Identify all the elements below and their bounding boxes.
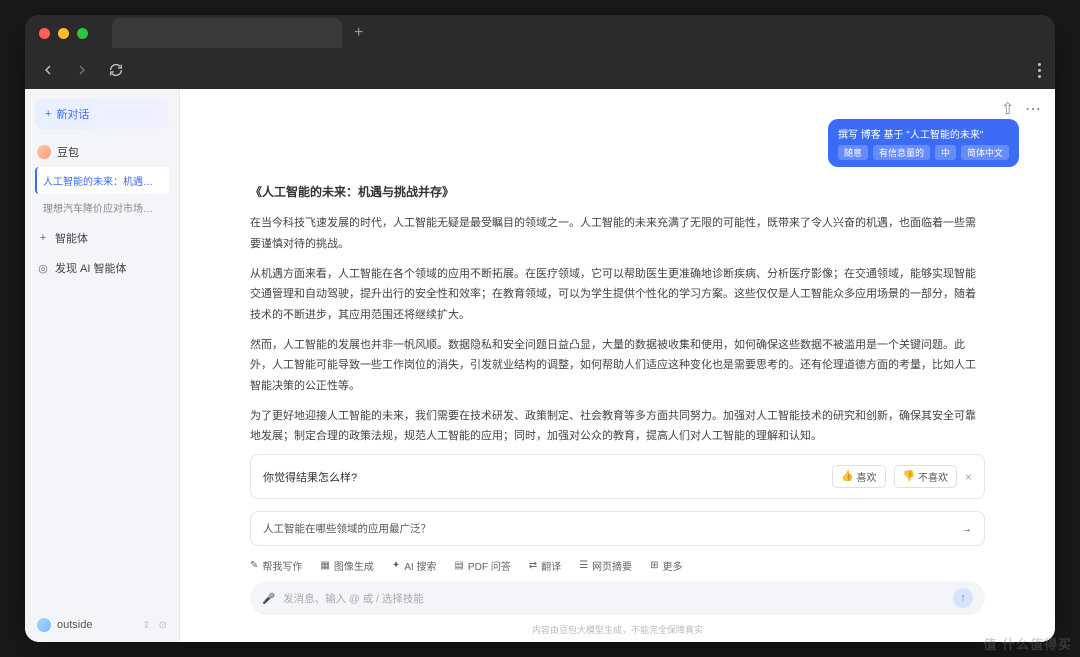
- navbar: [25, 51, 1055, 89]
- like-button[interactable]: 👍 喜欢: [832, 465, 885, 488]
- new-tab-button[interactable]: +: [354, 24, 363, 42]
- forward-button[interactable]: [73, 61, 91, 79]
- tab-strip: +: [112, 18, 1041, 48]
- sidebar-user[interactable]: 豆包: [35, 137, 169, 167]
- tool-translate[interactable]: ⇄ 翻译: [529, 558, 561, 573]
- suggestion-text: 人工智能在哪些领域的应用最广泛？: [263, 521, 431, 536]
- article-paragraph: 在当今科技飞速发展的时代，人工智能无疑是最受瞩目的领域之一。人工智能的未来充满了…: [250, 213, 985, 254]
- arrow-right-icon: →: [962, 523, 973, 535]
- tool-summary[interactable]: ☰ 网页摘要: [579, 558, 632, 573]
- browser-menu-button[interactable]: [1038, 63, 1041, 78]
- avatar-icon: [37, 145, 51, 159]
- prompt-tag: 简体中文: [961, 145, 1009, 160]
- new-chat-label: 新对话: [56, 106, 89, 122]
- prompt-tags: 随意 有信息量的 中 简体中文: [838, 145, 1009, 160]
- main-panel: ⇧ ⋯ 撰写 博客 基于 "人工智能的未来" 随意 有信息量的 中 简体中文 《…: [180, 89, 1055, 642]
- prompt-tag: 随意: [838, 145, 868, 160]
- tool-search[interactable]: ✦ AI 搜索: [392, 558, 437, 573]
- send-button[interactable]: ↑: [953, 588, 973, 608]
- close-window-button[interactable]: [39, 28, 50, 39]
- tool-image[interactable]: ▦ 图像生成: [320, 558, 373, 573]
- user-name: 豆包: [57, 144, 79, 160]
- settings-icon[interactable]: ⊙: [159, 620, 167, 631]
- prompt-tag: 有信息量的: [873, 145, 930, 160]
- article-paragraph: 为了更好地迎接人工智能的未来，我们需要在技术研发、政策制定、社会教育等多方面共同…: [250, 406, 985, 447]
- chat-input[interactable]: 发消息、输入 @ 或 / 选择技能: [283, 591, 945, 606]
- browser-window: + + 新对话 豆包 人工智能的未来：机遇与挑...: [25, 15, 1055, 642]
- minimize-window-button[interactable]: [58, 28, 69, 39]
- tool-more[interactable]: ⊞ 更多: [650, 558, 682, 573]
- watermark: 值 什么值得买: [983, 634, 1072, 653]
- share-button[interactable]: ⇧: [1001, 99, 1015, 113]
- disclaimer-text: 内容由豆包大模型生成，不能完全保障真实: [180, 621, 1055, 642]
- maximize-window-button[interactable]: [77, 28, 88, 39]
- feedback-card: 你觉得结果怎么样? 👍 喜欢 👎 不喜欢 ×: [250, 454, 985, 499]
- compass-icon: ◎: [37, 262, 49, 275]
- app-container: + 新对话 豆包 人工智能的未来：机遇与挑... 理想汽车降价应对市场变化 + …: [25, 89, 1055, 642]
- sidebar: + 新对话 豆包 人工智能的未来：机遇与挑... 理想汽车降价应对市场变化 + …: [25, 89, 180, 642]
- article-response: 《人工智能的未来：机遇与挑战并存》 在当今科技飞速发展的时代，人工智能无疑是最受…: [180, 167, 1055, 448]
- close-feedback-button[interactable]: ×: [965, 470, 972, 484]
- sidebar-item-discover[interactable]: ◎ 发现 AI 智能体: [25, 253, 179, 283]
- sidebar-item-agents[interactable]: + 智能体: [25, 223, 179, 253]
- tool-write[interactable]: ✎ 帮我写作: [250, 558, 302, 573]
- tools-toolbar: ✎ 帮我写作 ▦ 图像生成 ✦ AI 搜索 ▤ PDF 问答 ⇄ 翻译 ☰ 网页…: [250, 558, 985, 573]
- conversation-item-active[interactable]: 人工智能的未来：机遇与挑...: [35, 167, 169, 194]
- share-icon[interactable]: ⇪: [142, 620, 150, 631]
- back-button[interactable]: [39, 61, 57, 79]
- article-paragraph: 从机遇方面来看，人工智能在各个领域的应用不断拓展。在医疗领域，它可以帮助医生更准…: [250, 264, 985, 325]
- reload-button[interactable]: [107, 61, 125, 79]
- footer-user: outside: [57, 619, 92, 631]
- agents-label: 智能体: [55, 230, 88, 246]
- mic-icon[interactable]: 🎤: [262, 592, 275, 605]
- prompt-tag: 中: [935, 145, 956, 160]
- prompt-text: 撰写 博客 基于 "人工智能的未来": [838, 126, 1009, 141]
- article-title: 《人工智能的未来：机遇与挑战并存》: [250, 181, 985, 203]
- dislike-button[interactable]: 👎 不喜欢: [894, 465, 957, 488]
- more-button[interactable]: ⋯: [1025, 99, 1039, 113]
- feedback-question: 你觉得结果怎么样?: [263, 469, 357, 485]
- article-paragraph: 然而，人工智能的发展也并非一帆风顺。数据隐私和安全问题日益凸显，大量的数据被收集…: [250, 335, 985, 396]
- plus-icon: +: [45, 108, 51, 120]
- titlebar: +: [25, 15, 1055, 51]
- browser-tab[interactable]: [112, 18, 342, 48]
- plus-small-icon: +: [37, 232, 49, 244]
- discover-label: 发现 AI 智能体: [55, 260, 127, 276]
- user-prompt-bubble: 撰写 博客 基于 "人工智能的未来" 随意 有信息量的 中 简体中文: [828, 119, 1019, 167]
- tool-pdf[interactable]: ▤ PDF 问答: [454, 558, 510, 573]
- conversation-item[interactable]: 理想汽车降价应对市场变化: [35, 194, 169, 221]
- sidebar-footer: outside ⇪ ⊙: [25, 608, 179, 642]
- chat-input-container: 🎤 发消息、输入 @ 或 / 选择技能 ↑: [250, 581, 985, 615]
- new-chat-button[interactable]: + 新对话: [35, 99, 169, 129]
- footer-avatar-icon: [37, 618, 51, 632]
- suggestion-chip[interactable]: 人工智能在哪些领域的应用最广泛？ →: [250, 511, 985, 546]
